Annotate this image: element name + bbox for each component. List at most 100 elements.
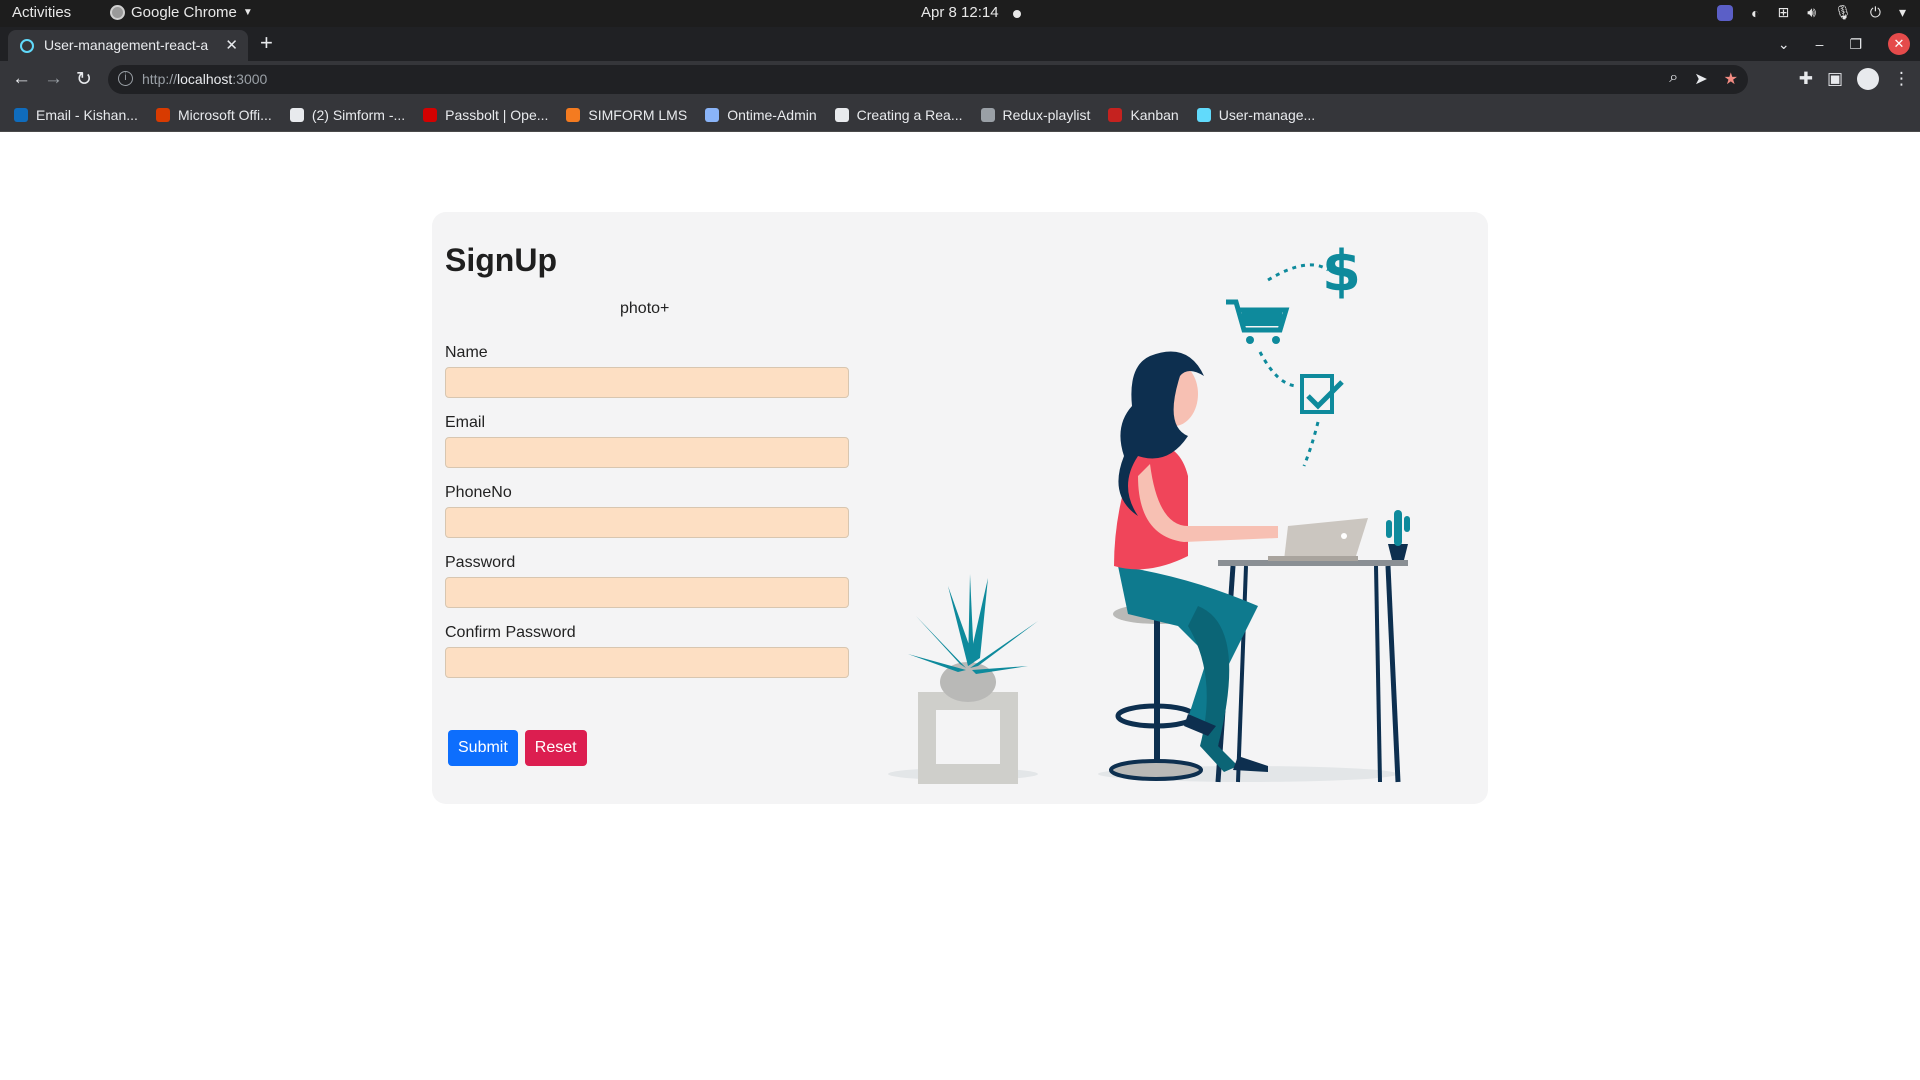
phone-input[interactable] <box>445 507 849 538</box>
email-input[interactable] <box>445 437 849 468</box>
bookmark-label: Microsoft Offi... <box>177 106 272 123</box>
bookmark-favicon-icon <box>705 107 720 122</box>
profile-avatar[interactable] <box>1857 68 1879 90</box>
app-menu[interactable]: Google Chrome ▼ <box>110 4 253 21</box>
signup-form: Name Email PhoneNo Password Confirm Pass… <box>445 344 851 694</box>
tab-strip: User-management-react-a ✕ + ⌄ – ❐ ✕ <box>0 27 1920 61</box>
chevron-down-icon: ▼ <box>242 7 253 18</box>
signup-card: SignUp photo+ Name Email PhoneNo Passwor… <box>432 212 1488 804</box>
browser-tab[interactable]: User-management-react-a ✕ <box>8 30 248 61</box>
bookmark-item[interactable]: Email - Kishan... <box>14 107 138 123</box>
site-info-icon[interactable]: i <box>118 71 133 86</box>
extensions-icon[interactable]: ✚ <box>1799 69 1813 89</box>
bookmark-label: Ontime-Admin <box>727 106 817 123</box>
bookmark-label: Redux-playlist <box>1002 106 1091 123</box>
tab-title: User-management-react-a <box>44 37 209 53</box>
photo-upload-link[interactable]: photo+ <box>620 300 669 318</box>
clock[interactable]: Apr 8 12:14 <box>921 4 999 21</box>
bookmark-favicon-icon <box>423 107 438 122</box>
confirm-password-field: Confirm Password <box>445 624 851 678</box>
network-icon[interactable]: ⊞ <box>1778 4 1790 21</box>
page-content: SignUp photo+ Name Email PhoneNo Passwor… <box>0 132 1920 1080</box>
power-icon[interactable]: ⏻ <box>1870 4 1881 21</box>
name-input[interactable] <box>445 367 849 398</box>
send-icon[interactable]: ➤ <box>1694 69 1707 89</box>
microphone-icon[interactable]: 🎙︎ <box>1834 4 1852 21</box>
bookmark-item[interactable]: Kanban <box>1108 106 1179 123</box>
bookmark-favicon-icon <box>834 107 849 122</box>
menu-icon[interactable]: ⋮ <box>1893 69 1910 89</box>
bookmark-label: SIMFORM LMS <box>588 106 688 123</box>
reload-icon[interactable]: ↻ <box>76 68 92 91</box>
os-top-bar: Activities Google Chrome ▼ Apr 8 12:14 ◐… <box>0 0 1920 27</box>
tab-search-icon[interactable]: ⌄ <box>1778 36 1790 53</box>
url-text[interactable]: http://localhost:3000 <box>142 71 267 87</box>
password-field: Password <box>445 554 851 608</box>
chevron-down-icon[interactable]: ▾ <box>1899 4 1906 21</box>
bookmark-item[interactable]: Redux-playlist <box>980 106 1091 123</box>
address-bar[interactable]: i http://localhost:3000 ⌕ ➤ ★ <box>108 65 1748 94</box>
back-icon[interactable]: ← <box>12 68 31 90</box>
bookmark-item[interactable]: User-manage... <box>1196 106 1316 123</box>
close-window-icon[interactable]: ✕ <box>1888 33 1910 55</box>
phone-field: PhoneNo <box>445 484 851 538</box>
bookmark-item[interactable]: SIMFORM LMS <box>566 107 687 123</box>
minimize-icon[interactable]: – <box>1816 36 1824 52</box>
confirm-password-input[interactable] <box>445 647 849 678</box>
browser-toolbar: ← → ↻ i http://localhost:3000 ⌕ ➤ ★ ✚ ▣ … <box>0 61 1920 98</box>
bookmark-item[interactable]: Creating a Rea... <box>834 106 963 123</box>
dollar-icon: $ <box>1322 239 1361 304</box>
bookmark-favicon-icon <box>289 107 304 122</box>
password-label: Password <box>445 554 516 571</box>
bookmark-item[interactable]: Ontime-Admin <box>705 106 817 123</box>
bookmark-label: User-manage... <box>1218 106 1316 123</box>
bookmark-item[interactable]: Passbolt | Ope... <box>423 107 548 123</box>
confirm-password-label: Confirm Password <box>445 624 576 641</box>
checklist-icon <box>1300 374 1344 414</box>
shopping-cart-icon <box>1226 299 1290 344</box>
bookmark-favicon-icon <box>1108 107 1123 122</box>
teams-icon[interactable] <box>1717 4 1734 21</box>
side-panel-icon[interactable]: ▣ <box>1827 69 1843 89</box>
bookmark-favicon-icon <box>155 107 170 122</box>
name-field: Name <box>445 344 851 398</box>
password-input[interactable] <box>445 577 849 608</box>
system-tray[interactable]: ◐ ⊞ 🔊︎ 🎙︎ ⏻ ▾ <box>1717 4 1906 21</box>
bookmark-favicon-icon <box>1196 107 1211 122</box>
window-controls: ⌄ – ❐ ✕ <box>1778 27 1910 61</box>
bookmark-item[interactable]: (2) Simform -... <box>289 106 406 123</box>
email-field: Email <box>445 414 851 468</box>
notification-dot-icon <box>1013 10 1021 18</box>
night-light-icon[interactable]: ◐ <box>1751 5 1759 21</box>
close-tab-icon[interactable]: ✕ <box>225 36 238 54</box>
app-name: Google Chrome <box>131 4 237 21</box>
bookmark-favicon-icon <box>566 107 581 122</box>
bookmark-label: Passbolt | Ope... <box>445 106 549 123</box>
bookmark-star-icon[interactable]: ★ <box>1724 69 1738 89</box>
name-label: Name <box>445 344 488 361</box>
bookmark-item[interactable]: Microsoft Offi... <box>155 106 272 123</box>
form-actions: Submit Reset <box>448 730 587 766</box>
woman-working-on-laptop-illustration: $ <box>888 239 1410 784</box>
restore-icon[interactable]: ❐ <box>1849 36 1862 53</box>
forward-icon[interactable]: → <box>44 68 63 90</box>
chrome-icon <box>110 5 125 20</box>
bookmark-label: Kanban <box>1130 106 1179 123</box>
phone-label: PhoneNo <box>445 484 512 501</box>
bookmark-label: Creating a Rea... <box>856 106 963 123</box>
submit-button[interactable]: Submit <box>448 730 518 766</box>
email-label: Email <box>445 414 486 431</box>
bookmark-favicon-icon <box>14 107 28 122</box>
toolbar-actions: ✚ ▣ ⋮ <box>1799 68 1910 90</box>
volume-icon[interactable]: 🔊︎ <box>1807 4 1816 21</box>
omnibox-actions: ⌕ ➤ ★ <box>1669 69 1738 89</box>
page-title: SignUp <box>445 242 557 278</box>
bookmark-label: (2) Simform -... <box>311 106 406 123</box>
reset-button[interactable]: Reset <box>524 730 587 766</box>
bookmarks-bar: Email - Kishan... Microsoft Offi... (2) Si… <box>0 98 1920 132</box>
new-tab-icon[interactable]: + <box>260 30 273 56</box>
bookmark-favicon-icon <box>980 107 995 122</box>
activities-button[interactable]: Activities <box>12 4 71 21</box>
bookmark-label: Email - Kishan... <box>36 106 138 123</box>
zoom-icon[interactable]: ⌕ <box>1669 69 1678 89</box>
